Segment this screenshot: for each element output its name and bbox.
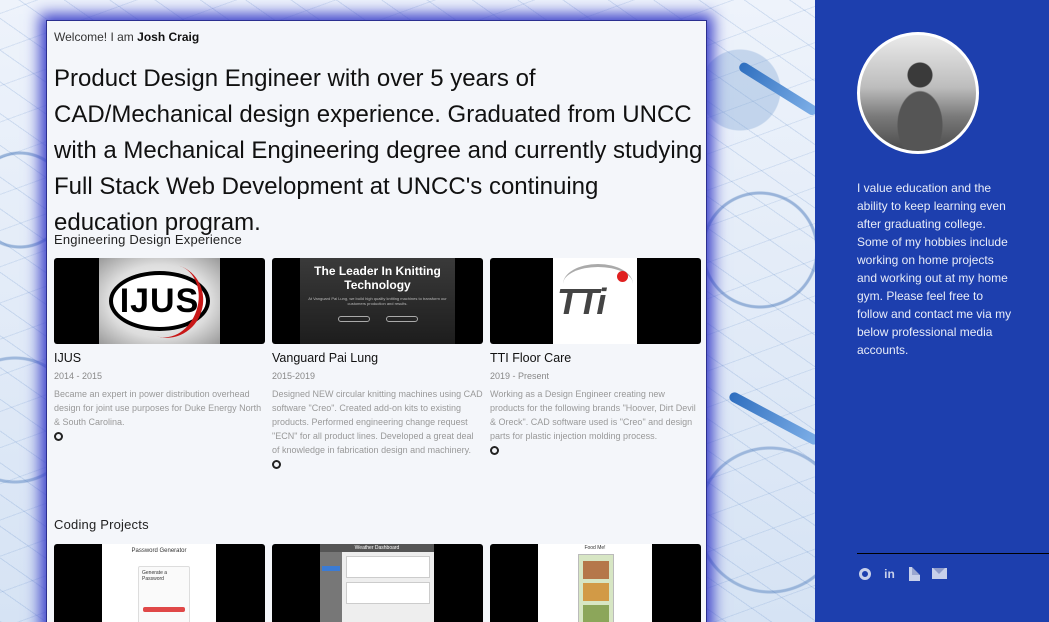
divider [857, 553, 1049, 554]
experience-title: TTI Floor Care [490, 351, 572, 365]
email-icon[interactable] [932, 566, 947, 581]
github-icon[interactable] [54, 432, 63, 441]
headline: Product Design Engineer with over 5 year… [54, 65, 703, 236]
weather-dashboard-title: Weather Dashboard [320, 544, 434, 552]
experience-section-title: Engineering Design Experience [54, 232, 242, 247]
vanguard-banner-title: The Leader In Knitting Technology [314, 264, 441, 292]
linkedin-glyph: in [884, 566, 895, 581]
project-card-weather-dashboard: Weather Dashboard [272, 544, 483, 622]
food-app-screenshot[interactable]: Food Me! [490, 544, 701, 622]
coding-section-title: Coding Projects [54, 517, 149, 532]
social-links: in [857, 566, 947, 581]
experience-description: Designed NEW circular knitting machines … [272, 389, 483, 455]
github-icon[interactable] [490, 446, 499, 455]
linkedin-icon[interactable]: in [882, 566, 897, 581]
experience-dates: 2015-2019 [272, 371, 316, 381]
tti-logo-text: TTi [557, 281, 606, 322]
avatar [857, 32, 979, 154]
password-generator-subtitle: Generate a Password [142, 570, 168, 582]
experience-dates: 2014 - 2015 [54, 371, 103, 381]
github-icon[interactable] [857, 566, 872, 581]
bio-text: I value education and the ability to kee… [857, 181, 1012, 357]
tti-logo-image[interactable]: TTi [490, 258, 701, 344]
experience-description: Became an expert in power distribution o… [54, 389, 262, 427]
experience-title: IJUS [54, 351, 82, 365]
banner-button [386, 316, 418, 322]
vanguard-logo-image[interactable]: The Leader In Knitting Technology At Van… [272, 258, 483, 344]
banner-button [338, 316, 370, 322]
experience-card-vanguard: The Leader In Knitting Technology At Van… [272, 258, 483, 469]
welcome-line: Welcome! I am Josh Craig [54, 30, 199, 44]
github-icon[interactable] [272, 460, 281, 469]
food-app-title: Food Me! [584, 545, 606, 551]
resume-icon[interactable] [907, 566, 922, 581]
main-card: Welcome! I am Josh Craig Product Design … [46, 20, 707, 622]
password-generator-title: Password Generator [131, 548, 187, 554]
vanguard-banner-subtitle: At Vanguard Pai Lung, we build high qual… [308, 296, 447, 306]
experience-title: Vanguard Pai Lung [272, 351, 379, 365]
experience-description: Working as a Design Engineer creating ne… [490, 389, 696, 441]
author-name: Josh Craig [137, 30, 200, 44]
experience-dates: 2019 - Present [490, 371, 550, 381]
welcome-prefix: Welcome! I am [54, 30, 138, 44]
ijus-logo-text: IJUS [119, 282, 200, 320]
project-card-food-app: Food Me! [490, 544, 701, 622]
ijus-logo-image[interactable]: IJUS [54, 258, 265, 344]
project-card-password-generator: Password Generator Generate a Password [54, 544, 265, 622]
experience-card-ijus: IJUS IJUS 2014 - 2015 Became an expert i… [54, 258, 265, 441]
profile-sidebar: I value education and the ability to kee… [815, 0, 1049, 622]
weather-dashboard-screenshot[interactable]: Weather Dashboard [272, 544, 483, 622]
experience-card-tti: TTi TTI Floor Care 2019 - Present Workin… [490, 258, 701, 455]
password-generator-screenshot[interactable]: Password Generator Generate a Password [54, 544, 265, 622]
